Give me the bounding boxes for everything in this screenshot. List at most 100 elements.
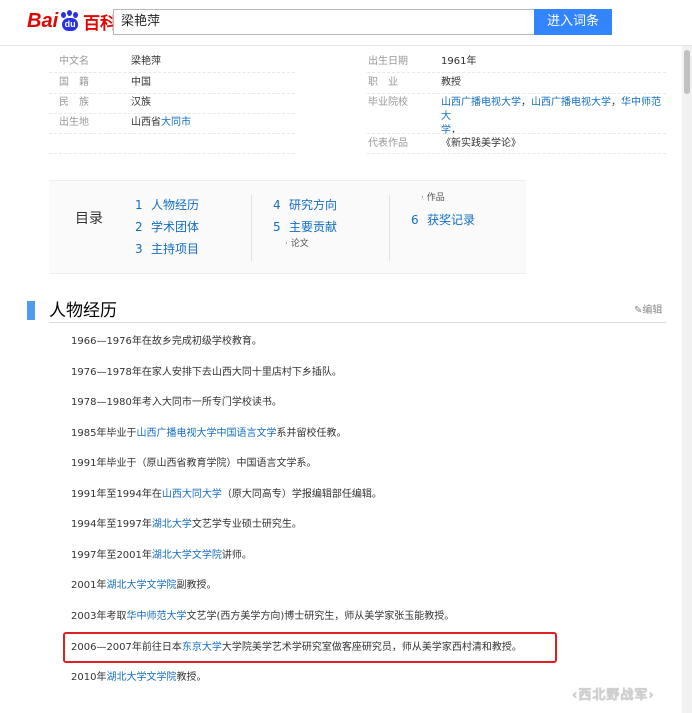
catalog-subitem-label: 作品 [426,193,445,203]
info-value: 汉族 [131,97,151,108]
info-value: 教授 [441,77,461,88]
catalog-item[interactable]: 2 学术团体 [135,216,199,238]
paragraph-text: 教授。 [176,672,207,683]
vertical-scrollbar[interactable] [682,46,692,713]
catalog-item-number: 1 [135,198,143,212]
divider [49,153,295,154]
catalog-item-number: 4 [273,198,281,212]
catalog-divider [251,195,252,261]
section-title: 人物经历 [49,301,117,321]
divider [367,72,666,73]
info-label: 国 籍 [59,77,89,88]
experience-paragraph: 2010年湖北大学文学院教授。 [71,671,206,685]
catalog-item-label: 学术团体 [151,220,200,234]
experience-paragraph: 1991年毕业于（原山西省教育学院）中国语言文学系。 [71,457,316,471]
city-link[interactable]: 大同市 [161,117,191,128]
info-label: 代表作品 [368,138,408,149]
catalog-subitem[interactable]: · 论文 [273,238,337,250]
watermark-text: 西北野战军 [578,688,649,703]
info-value: 《新实践美学论》 [441,138,521,149]
catalog-item-label: 研究方向 [289,198,338,212]
paragraph-text: （原大同高专）学报编辑部任编辑。 [221,489,382,500]
catalog-item-label: 获奖记录 [427,213,476,227]
scrollbar-thumb[interactable] [684,50,690,94]
separator: ， [521,97,531,108]
paragraph-text: 2003年考取 [71,611,127,622]
info-label: 民 族 [59,97,89,108]
catalog-column: 1 人物经历 2 学术团体 3 主持项目 [135,194,199,260]
paragraph-text: 1978—1980年考入大同市一所专门学校读书。 [71,397,282,408]
catalog-divider [389,195,390,261]
catalog-subitem[interactable]: · 作品 [411,192,475,204]
divider [367,133,666,134]
paragraph-link[interactable]: 华中师范大学 [126,611,186,622]
experience-paragraph: 1991年至1994年在山西大同大学（原大同高专）学报编辑部任编辑。 [71,488,382,502]
catalog-column: · 作品 6 获奖记录 [411,192,475,231]
top-header: Bai du 百科 梁艳萍 进入词条 [0,0,692,46]
paragraph-text: 1991年毕业于（原山西省教育学院）中国语言文学系。 [71,458,317,469]
logo-du-text: du [62,18,79,31]
logo-bai-text: Bai [27,10,59,32]
school-link[interactable]: 山西广播电视大学 [441,97,521,108]
catalog-item-number: 2 [135,220,143,234]
divider [49,72,295,73]
info-label: 出生日期 [368,56,408,67]
info-value: 中国 [131,77,151,88]
catalog-item-label: 人物经历 [151,198,200,212]
catalog-item[interactable]: 3 主持项目 [135,238,199,260]
paragraph-link[interactable]: 湖北大学文学院 [106,580,176,591]
divider [49,113,295,114]
paragraph-text: 1966—1976年在故乡完成初级学校教育。 [71,336,262,347]
info-label: 出生地 [59,117,89,128]
birthplace-province: 山西省 [131,117,161,128]
school-link-continued[interactable]: 学 [441,125,451,136]
catalog-title: 目录 [75,211,103,227]
divider [49,93,295,94]
paragraph-link[interactable]: 湖北大学文学院 [106,672,176,683]
weibo-watermark: ‹西北野战军› [572,688,655,703]
info-value: 梁艳萍 [131,56,161,67]
paragraph-text: 文艺学专业硕士研究生。 [191,519,302,530]
divider [367,93,666,94]
paragraph-text: 1985年毕业于 [71,428,137,439]
birthplace-value: 山西省大同市 [131,116,191,130]
search-input[interactable]: 梁艳萍 [113,9,534,35]
enter-entry-button[interactable]: 进入词条 [534,9,612,35]
divider [49,133,295,134]
catalog-item[interactable]: 5 主要贡献 [273,216,337,238]
info-label: 毕业院校 [368,97,408,108]
paragraph-text: 系并留校任教。 [276,428,347,439]
catalog-item-number: 6 [411,213,419,227]
experience-paragraph: 1985年毕业于山西广播电视大学中国语言文学系并留校任教。 [71,427,346,441]
alma-mater-value: 山西广播电视大学，山西广播电视大学，华中师范大 学， [441,96,661,138]
info-value: 1961年 [441,56,477,67]
catalog-item[interactable]: 1 人物经历 [135,194,199,216]
catalog-item-number: 3 [135,242,143,256]
paragraph-text: 2010年 [71,672,107,683]
edit-label: 编辑 [642,305,663,316]
catalog-column: 4 研究方向 5 主要贡献 · 论文 [273,194,337,250]
paragraph-text: 文艺学(西方美学方向)博士研究生，师从美学家张玉能教授。 [186,611,455,622]
catalog-item-label: 主持项目 [151,242,200,256]
info-label: 中文名 [59,56,89,67]
paragraph-text: 副教授。 [176,580,217,591]
catalog-item[interactable]: 4 研究方向 [273,194,337,216]
info-label: 职 业 [368,77,398,88]
experience-paragraph: 2001年湖北大学文学院副教授。 [71,579,216,593]
catalog-item-label: 主要贡献 [289,220,338,234]
catalog-item[interactable]: 6 获奖记录 [411,209,475,231]
experience-paragraph: 1966—1976年在故乡完成初级学校教育。 [71,335,262,349]
paragraph-text: 讲师。 [221,550,252,561]
experience-paragraph: 1994年至1997年湖北大学文艺学专业硕士研究生。 [71,518,302,532]
paragraph-link[interactable]: 山西大同大学 [162,489,222,500]
paragraph-text: 1991年至1994年在 [71,489,162,500]
section-marker [27,301,35,320]
paragraph-link[interactable]: 湖北大学文学院 [152,550,222,561]
school-link[interactable]: 山西广播电视大学 [531,97,611,108]
edit-button[interactable]: ✎编辑 [634,304,662,318]
baidu-baike-logo[interactable]: Bai du 百科 [27,8,117,34]
catalog-subitem-label: 论文 [290,239,309,249]
paragraph-link[interactable]: 湖北大学 [152,519,192,530]
paragraph-link[interactable]: 山西广播电视大学中国语言文学 [136,428,276,439]
experience-paragraph: 1976—1978年在家人安排下去山西大同十里店村下乡插队。 [71,366,342,380]
